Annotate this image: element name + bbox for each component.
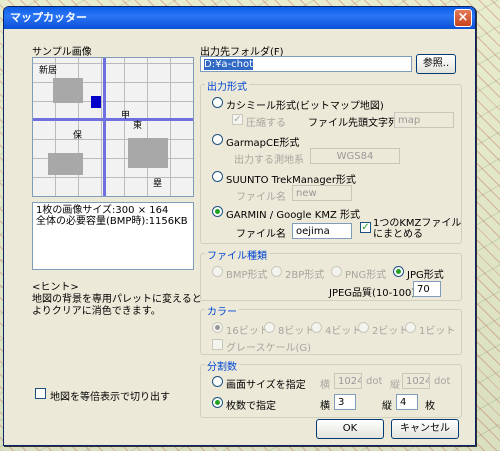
jpg-label: JPG形式 <box>407 270 444 281</box>
png-radio[interactable] <box>331 266 342 277</box>
2bp-label: 2BP形式 <box>285 270 325 281</box>
capacity-text: 全体の必要容量(BMP時):1156KB <box>36 216 188 227</box>
output-folder-input[interactable]: D:¥a-chot <box>200 56 412 72</box>
garmapce-format-radio[interactable] <box>212 134 223 145</box>
8bit-radio[interactable] <box>264 322 275 333</box>
garmapce-format-label: GarmapCE形式 <box>226 138 300 149</box>
map-text: 東 <box>133 121 143 131</box>
map-road <box>103 58 106 196</box>
16bit-radio[interactable] <box>212 322 223 333</box>
cols-label: 横 <box>320 401 330 412</box>
map-block <box>53 78 83 103</box>
1bit-radio[interactable] <box>405 322 416 333</box>
file-type-title: ファイル種類 <box>205 247 269 262</box>
bmp-radio[interactable] <box>212 266 223 277</box>
rows-input[interactable]: 4 <box>396 394 418 410</box>
datum-input[interactable]: WGS84 <box>310 148 400 164</box>
jpeg-quality-input[interactable]: 70 <box>413 281 441 297</box>
bmp-label: BMP形式 <box>226 270 268 281</box>
map-block <box>48 153 83 175</box>
sheet-unit: 枚 <box>425 401 435 412</box>
dot-height-unit: dot <box>434 376 451 387</box>
garmin-file-input[interactable]: oejima <box>292 223 352 239</box>
map-road <box>33 118 193 121</box>
image-size-text: 1枚の画像サイズ:300 × 164 <box>36 205 169 216</box>
dot-width-input[interactable]: 1024 <box>334 373 362 389</box>
screen-size-radio[interactable] <box>212 376 223 387</box>
map-text: 新居 <box>39 66 58 76</box>
compress-checkbox[interactable]: ✓ <box>232 114 243 125</box>
color-title: カラー <box>205 303 239 318</box>
compress-label: 圧縮する <box>246 118 286 129</box>
grayscale-label: グレースケール(G) <box>226 343 312 354</box>
location-marker-icon <box>91 96 101 108</box>
8bit-label: 8ビット <box>278 326 315 337</box>
map-block <box>128 138 168 168</box>
window-title: マップカッター <box>10 11 87 24</box>
16bit-label: 16ビット <box>226 326 269 337</box>
sample-image: 新居 保 東 甲 塁 <box>32 57 194 197</box>
kashmir-format-label: カシミール形式(ビットマップ地図) <box>226 101 384 112</box>
datum-label: 出力する測地系 <box>234 155 304 166</box>
2bit-label: 2ビット <box>372 326 409 337</box>
sheet-count-radio[interactable] <box>212 397 223 408</box>
split-title: 分割数 <box>205 358 239 373</box>
dot-width-unit: dot <box>366 376 383 387</box>
map-cutter-dialog: マップカッター × サンプル画像 新居 保 東 甲 塁 1枚の画像サイズ:300… <box>3 6 476 446</box>
suunto-file-input[interactable]: new <box>292 185 352 201</box>
jpg-radio[interactable] <box>393 266 404 277</box>
equal-display-checkbox[interactable] <box>35 388 46 399</box>
hint-text-line2: よりクリアに消色できます。 <box>32 306 161 317</box>
suunto-file-label: ファイル名 <box>236 192 286 203</box>
image-info-box: 1枚の画像サイズ:300 × 164 全体の必要容量(BMP時):1156KB <box>32 202 194 270</box>
title-bar[interactable]: マップカッター × <box>4 7 475 29</box>
dot-width-label: 横 <box>320 380 330 391</box>
suunto-format-label: SUUNTO TrekManager形式 <box>226 175 356 186</box>
4bit-radio[interactable] <box>311 322 322 333</box>
map-text: 塁 <box>153 179 163 189</box>
browse-button[interactable]: 参照.. <box>416 54 456 74</box>
file-prefix-label: ファイル先頭文字列 <box>308 118 398 129</box>
dot-height-label: 縦 <box>390 380 400 391</box>
jpeg-quality-label: JPEG品質(10-100) <box>329 288 416 299</box>
grayscale-checkbox[interactable] <box>212 339 223 350</box>
screen-size-label: 画面サイズを指定 <box>226 380 306 391</box>
png-label: PNG形式 <box>345 270 387 281</box>
close-button[interactable]: × <box>454 9 472 27</box>
equal-display-label: 地図を等倍表示で切り出す <box>50 392 170 403</box>
4bit-label: 4ビット <box>325 326 362 337</box>
1bit-label: 1ビット <box>419 326 456 337</box>
dot-height-input[interactable]: 1024 <box>402 373 430 389</box>
map-text: 甲 <box>121 111 131 121</box>
kashmir-format-radio[interactable] <box>212 97 223 108</box>
garmin-file-label: ファイル名 <box>236 229 286 240</box>
file-prefix-input[interactable]: map <box>394 112 454 128</box>
map-text: 保 <box>73 131 83 141</box>
rows-label: 縦 <box>382 401 392 412</box>
suunto-format-radio[interactable] <box>212 171 223 182</box>
garmin-format-radio[interactable] <box>212 206 223 217</box>
sheet-count-label: 枚数で指定 <box>226 401 276 412</box>
2bp-radio[interactable] <box>271 266 282 277</box>
cancel-button[interactable]: キャンセル <box>391 419 459 439</box>
sample-image-label: サンプル画像 <box>32 47 92 58</box>
output-format-title: 出力形式 <box>205 78 249 93</box>
combine-kmz-label: 1つのKMZファイル にまとめる <box>373 218 462 240</box>
cols-input[interactable]: 3 <box>334 394 356 410</box>
garmin-format-label: GARMIN / Google KMZ 形式 <box>226 210 360 221</box>
combine-kmz-checkbox[interactable]: ✓ <box>360 222 371 233</box>
2bit-radio[interactable] <box>358 322 369 333</box>
ok-button[interactable]: OK <box>316 419 384 439</box>
